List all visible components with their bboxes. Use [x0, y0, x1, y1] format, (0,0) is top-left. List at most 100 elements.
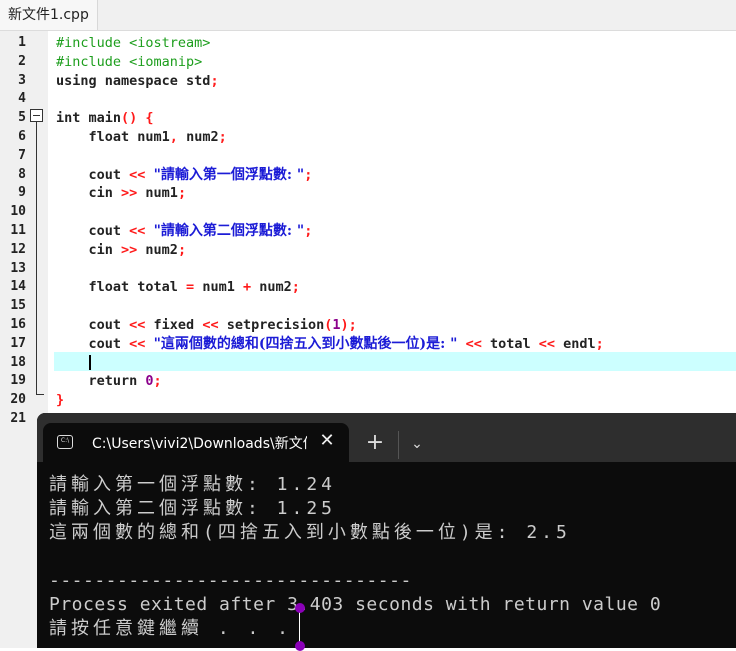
operator: + — [242, 279, 252, 296]
line-number: 18 — [10, 354, 26, 370]
operator: ; — [291, 279, 300, 296]
operator: << — [465, 335, 482, 352]
terminal-tab-bar: C:\ C:\Users\vivi2\Downloads\新文件1.exe ✕ … — [37, 413, 736, 463]
code-text: cout — [56, 166, 130, 183]
fold-toggle-icon[interactable] — [30, 109, 43, 122]
operator: ; — [304, 166, 313, 183]
line-number: 6 — [18, 128, 26, 144]
line-numbers: 1 2 3 4 5 6 7 8 9 10 11 12 13 14 15 16 17 18 19 20 21 — [0, 34, 26, 429]
operator: ; — [304, 222, 313, 239]
line-number: 11 — [10, 222, 26, 238]
terminal-output: 請輸入第一個浮點數: 1.24 請輸入第二個浮點數: 1.25 這兩個數的總和(… — [49, 473, 736, 641]
code-text: setprecision — [218, 316, 325, 333]
code-line: cout << "請輸入第一個浮點數: "; — [56, 166, 736, 185]
line-number: 8 — [18, 166, 26, 182]
line-number: 17 — [10, 335, 26, 351]
operator: << — [129, 166, 146, 183]
output-line: 請按任意鍵繼續 . . . — [49, 618, 293, 639]
string-literal: "請輸入第二個浮點數: " — [153, 222, 305, 239]
operator: = — [186, 279, 195, 296]
code-text: total — [481, 335, 539, 352]
line-number: 10 — [10, 204, 26, 220]
code-line: cout << fixed << setprecision(1); — [56, 316, 736, 335]
operator: >> — [121, 185, 138, 202]
code-editor[interactable]: #include <iostream> #include <iomanip> u… — [56, 34, 736, 429]
line-number: 16 — [10, 316, 26, 332]
operator: ; — [210, 72, 219, 89]
output-line: Process exited after 3.403 seconds with … — [49, 594, 662, 615]
code-text: cin — [56, 185, 122, 202]
operator: ; — [177, 241, 187, 258]
operator: << — [538, 335, 556, 352]
code-line: float num1, num2; — [56, 128, 736, 147]
line-number: 19 — [10, 373, 26, 389]
close-tab-button[interactable]: ✕ — [315, 429, 339, 453]
code-text: cout — [56, 316, 130, 333]
line-number: 7 — [18, 147, 26, 163]
code-line: cin >> num1; — [56, 184, 736, 203]
code-text: cout — [56, 335, 130, 352]
operator: << — [202, 316, 219, 333]
string-literal: "這兩個數的總和(四捨五入到小數點後一位)是: " — [153, 335, 458, 352]
code-line: } — [56, 391, 736, 410]
code-text: int main — [56, 110, 122, 127]
code-text: return — [56, 373, 146, 390]
output-line: 請輸入第一個浮點數: 1.24 — [49, 474, 337, 495]
operator: ; — [218, 128, 227, 145]
chevron-down-icon[interactable]: ⌄ — [403, 430, 431, 458]
code-text: float num1 — [56, 128, 170, 145]
new-tab-button[interactable]: + — [361, 429, 389, 457]
code-text: num1 — [137, 185, 178, 202]
code-text: num2 — [251, 279, 292, 296]
code-line: return 0; — [56, 372, 736, 391]
number-literal: 0 — [145, 373, 154, 390]
line-number: 1 — [18, 35, 26, 50]
operator: () { — [121, 110, 154, 127]
terminal-tab[interactable]: C:\ C:\Users\vivi2\Downloads\新文件1.exe ✕ — [43, 423, 349, 463]
file-tab[interactable]: 新文件1.cpp — [0, 0, 98, 30]
operator: ); — [340, 316, 357, 333]
code-line: using namespace std; — [56, 72, 736, 91]
line-number: 21 — [10, 410, 26, 426]
terminal-window[interactable]: C:\ C:\Users\vivi2\Downloads\新文件1.exe ✕ … — [37, 413, 736, 648]
code-text: endl — [555, 335, 596, 352]
code-text: cout — [56, 222, 130, 239]
operator: ; — [595, 335, 604, 352]
operator: << — [129, 335, 146, 352]
editor-tab-bar: 新文件1.cpp — [0, 0, 736, 31]
code-line: cout << "這兩個數的總和(四捨五入到小數點後一位)是: " << tot… — [56, 335, 736, 354]
code-line: cin >> num2; — [56, 241, 736, 260]
number-literal: 1 — [332, 316, 341, 333]
selection-handle-end[interactable] — [295, 641, 305, 651]
operator: ; — [153, 373, 162, 390]
output-line: 請輸入第二個浮點數: 1.25 — [49, 498, 337, 519]
code-line: cout << "請輸入第二個浮點數: "; — [56, 222, 736, 241]
code-text: using namespace std — [56, 72, 211, 89]
line-number: 12 — [10, 241, 26, 257]
line-number: 20 — [10, 392, 26, 408]
preprocessor: #include <iostream> — [56, 35, 211, 51]
code-line: int main() { — [56, 109, 736, 128]
selection-handle-start[interactable] — [295, 603, 305, 613]
operator: >> — [121, 241, 138, 258]
line-number: 9 — [18, 185, 26, 201]
line-number: 5 — [18, 110, 26, 126]
code-line: #include <iomanip> — [56, 53, 736, 72]
console-icon: C:\ — [57, 435, 73, 449]
text-caret — [88, 355, 91, 371]
code-text: cin — [56, 241, 122, 258]
code-text: num2 — [137, 241, 178, 258]
terminal-tab-title: C:\Users\vivi2\Downloads\新文件1.exe — [92, 436, 307, 452]
string-literal: "請輸入第一個浮點數: " — [153, 166, 305, 183]
output-line: 這兩個數的總和(四捨五入到小數點後一位)是: 2.5 — [49, 522, 571, 543]
divider — [398, 431, 399, 459]
line-number: 15 — [10, 298, 26, 314]
operator: << — [129, 222, 146, 239]
output-line: -------------------------------- — [49, 570, 412, 591]
